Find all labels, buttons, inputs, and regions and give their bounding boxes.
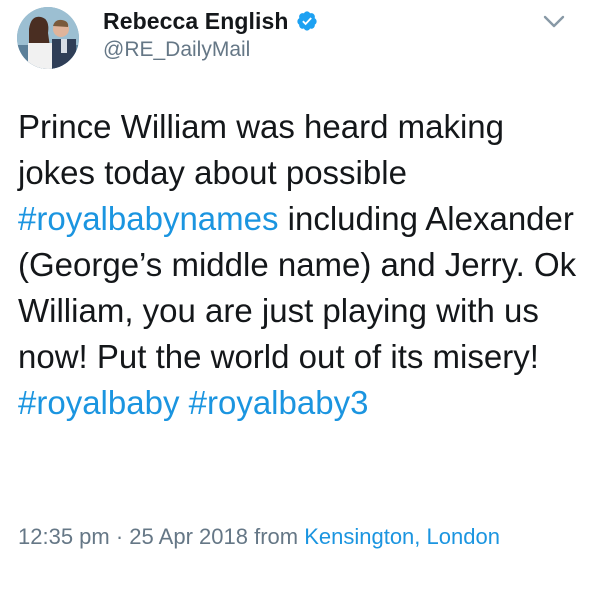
hashtag-link[interactable]: #royalbaby xyxy=(18,384,179,421)
verified-badge-icon xyxy=(296,11,317,31)
meta-separator: · xyxy=(109,524,130,549)
hashtag-link[interactable]: #royalbabynames xyxy=(18,200,279,237)
tweet-location-link[interactable]: Kensington, London xyxy=(304,524,500,549)
tweet-date[interactable]: 25 Apr 2018 xyxy=(129,524,248,549)
user-handle[interactable]: @RE_DailyMail xyxy=(103,38,318,62)
meta-from: from xyxy=(247,524,305,549)
hashtag-link[interactable]: #royalbaby3 xyxy=(189,384,369,421)
tweet-text: Prince William was heard making jokes to… xyxy=(18,104,578,426)
display-name[interactable]: Rebecca English xyxy=(103,8,289,35)
tweet-meta: 12:35 pm · 25 Apr 2018 from Kensington, … xyxy=(18,520,558,554)
tweet-text-part: Prince William was heard making jokes to… xyxy=(18,108,504,191)
user-names: Rebecca English @RE_DailyMail xyxy=(103,6,318,62)
avatar[interactable] xyxy=(17,7,79,69)
tweet-card: Rebecca English @RE_DailyMail Prince Wil… xyxy=(0,0,590,600)
tweet-time[interactable]: 12:35 pm xyxy=(18,524,110,549)
display-name-row: Rebecca English xyxy=(103,6,318,36)
chevron-down-icon[interactable] xyxy=(543,15,565,29)
